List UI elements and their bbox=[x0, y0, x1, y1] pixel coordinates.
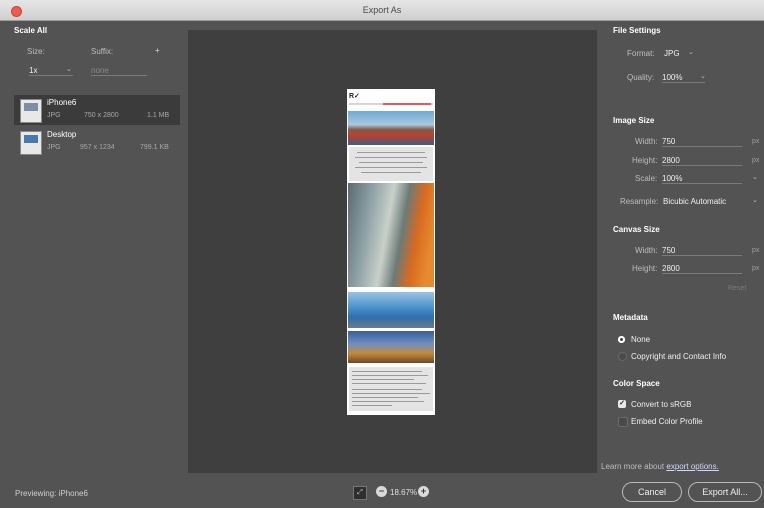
preview-document: R✓ bbox=[347, 89, 435, 415]
export-all-button[interactable]: Export All... bbox=[688, 482, 762, 502]
size-label: Size: bbox=[27, 47, 45, 56]
fit-to-screen-icon[interactable]: ⤢ bbox=[353, 486, 367, 500]
preview-canvas[interactable]: R✓ bbox=[188, 30, 597, 473]
height-unit: px bbox=[752, 157, 760, 164]
metadata-none-radio[interactable] bbox=[618, 336, 625, 343]
preview-text-block bbox=[349, 147, 433, 181]
canvas-width-input[interactable]: 750 bbox=[662, 246, 742, 256]
embed-profile-label: Embed Color Profile bbox=[631, 417, 703, 426]
quality-input[interactable]: 100% bbox=[662, 73, 705, 83]
scale-label: Scale: bbox=[635, 174, 658, 183]
quality-dropdown-icon: ⌄ bbox=[700, 73, 706, 80]
zoom-in-button[interactable]: + bbox=[418, 486, 429, 497]
metadata-heading: Metadata bbox=[613, 313, 648, 322]
metadata-copyright-label: Copyright and Contact Info bbox=[631, 352, 727, 361]
window-title: Export As bbox=[362, 5, 402, 15]
asset-size: 1.1 MB bbox=[147, 112, 170, 119]
previewing-label: Previewing: iPhone6 bbox=[15, 489, 88, 498]
embed-profile-checkbox[interactable] bbox=[618, 417, 628, 427]
right-panel: File Settings Format: JPG ⌄ Quality: 100… bbox=[597, 21, 764, 508]
resample-dropdown-icon: ⌄ bbox=[752, 197, 758, 204]
asset-format: JPG bbox=[47, 144, 61, 151]
preview-nav-bar bbox=[349, 103, 433, 105]
status-bar: Previewing: iPhone6 ⤢ − 18.67% + Cancel … bbox=[0, 473, 764, 508]
format-dropdown-icon: ⌄ bbox=[688, 49, 694, 56]
asset-name: iPhone6 bbox=[47, 98, 77, 107]
canvas-size-heading: Canvas Size bbox=[613, 225, 660, 234]
canvas-height-input[interactable]: 2800 bbox=[662, 264, 742, 274]
add-scale-icon[interactable]: + bbox=[155, 46, 160, 55]
convert-srgb-label: Convert to sRGB bbox=[631, 400, 692, 409]
asset-dimensions: 957 x 1234 bbox=[80, 144, 115, 151]
width-label: Width: bbox=[635, 137, 658, 146]
image-height-input[interactable]: 2800 bbox=[662, 156, 742, 166]
suffix-label: Suffix: bbox=[91, 47, 114, 56]
resample-label: Resample: bbox=[620, 197, 659, 206]
metadata-none-label: None bbox=[631, 335, 651, 344]
zoom-level: 18.67% bbox=[390, 488, 418, 497]
asset-dimensions: 750 x 2800 bbox=[84, 112, 119, 119]
asset-thumbnail bbox=[20, 99, 42, 123]
width-unit: px bbox=[752, 138, 760, 145]
quality-label: Quality: bbox=[627, 73, 655, 82]
canvas-width-label: Width: bbox=[635, 246, 658, 255]
metadata-copyright-radio[interactable] bbox=[618, 352, 627, 361]
preview-pier-image bbox=[348, 331, 434, 363]
format-select[interactable]: JPG bbox=[664, 49, 680, 58]
asset-format: JPG bbox=[47, 112, 61, 119]
asset-thumbnail bbox=[20, 131, 42, 155]
export-options-link[interactable]: export options. bbox=[666, 462, 718, 471]
convert-srgb-checkbox[interactable]: ✓ bbox=[618, 400, 626, 408]
learn-more-text: Learn more about export options. bbox=[601, 462, 719, 471]
image-width-input[interactable]: 750 bbox=[662, 137, 742, 147]
suffix-input[interactable]: none bbox=[91, 66, 147, 76]
preview-footer-text bbox=[349, 367, 433, 411]
file-settings-heading: File Settings bbox=[613, 26, 661, 35]
color-space-heading: Color Space bbox=[613, 379, 660, 388]
preview-hero-image bbox=[348, 111, 434, 145]
title-bar: Export As bbox=[0, 0, 764, 21]
preview-waterfront-image bbox=[348, 292, 434, 328]
preview-interior-image bbox=[348, 183, 434, 287]
canvas-reset-button[interactable]: Reset bbox=[728, 285, 746, 292]
left-panel: Scale All Size: Suffix: + 1x ⌄ none iPho… bbox=[0, 21, 188, 508]
learn-more-prefix: Learn more about bbox=[601, 462, 667, 471]
canvas-width-unit: px bbox=[752, 247, 760, 254]
cancel-button[interactable]: Cancel bbox=[622, 482, 682, 502]
canvas-height-label: Height: bbox=[632, 264, 658, 273]
height-label: Height: bbox=[632, 156, 658, 165]
asset-row-desktop[interactable]: Desktop JPG 957 x 1234 799.1 KB bbox=[14, 127, 180, 157]
size-dropdown-icon: ⌄ bbox=[66, 66, 72, 73]
format-label: Format: bbox=[627, 49, 655, 58]
asset-row-iphone6[interactable]: iPhone6 JPG 750 x 2800 1.1 MB bbox=[14, 95, 180, 125]
image-scale-input[interactable]: 100% bbox=[662, 174, 742, 184]
asset-name: Desktop bbox=[47, 130, 77, 139]
asset-size: 799.1 KB bbox=[140, 144, 169, 151]
image-size-heading: Image Size bbox=[613, 116, 655, 125]
scale-all-heading: Scale All bbox=[14, 26, 48, 35]
preview-logo: R✓ bbox=[349, 93, 360, 100]
canvas-height-unit: px bbox=[752, 265, 760, 272]
resample-select[interactable]: Bicubic Automatic bbox=[663, 197, 726, 206]
scale-dropdown-icon: ⌄ bbox=[752, 174, 758, 181]
zoom-out-button[interactable]: − bbox=[376, 486, 387, 497]
